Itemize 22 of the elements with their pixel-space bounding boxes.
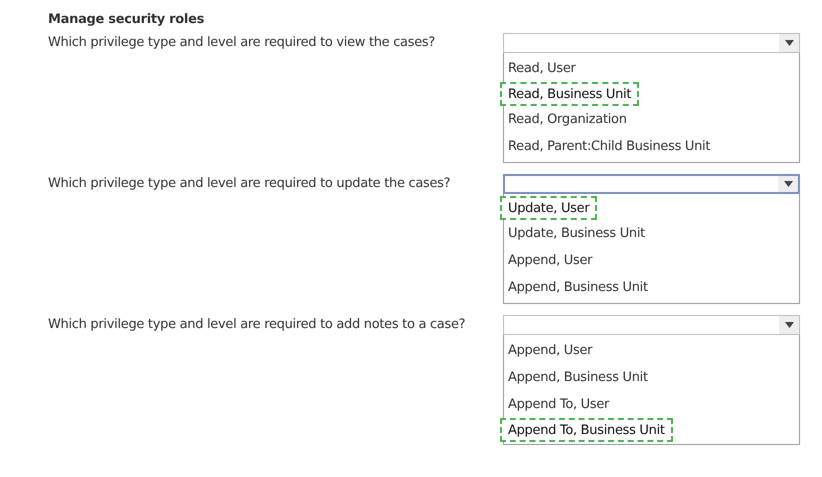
dropdown-option[interactable]: Read, Organization <box>504 106 799 133</box>
dropdown-field[interactable] <box>503 33 800 53</box>
question-text: Which privilege type and level are required to add notes to a case? <box>48 316 466 334</box>
dropdown-caret-icon <box>784 322 794 328</box>
dropdown-field[interactable] <box>503 174 800 194</box>
dropdown-option[interactable]: Append, Business Unit <box>504 274 799 301</box>
dropdown-option[interactable]: Update, User <box>500 196 598 220</box>
dropdown-option[interactable]: Append To, User <box>504 391 799 418</box>
dropdown-option[interactable]: Append, Business Unit <box>504 364 799 391</box>
section-heading: Manage security roles <box>48 12 206 27</box>
dropdown-option[interactable]: Read, Business Unit <box>500 82 640 106</box>
dropdown-option[interactable]: Read, Parent:Child Business Unit <box>504 133 799 160</box>
dropdown-field[interactable] <box>503 315 800 335</box>
dropdown-caret-icon <box>784 181 792 187</box>
question-text: Which privilege type and level are required to view the cases? <box>48 34 435 52</box>
dropdown-option[interactable]: Read, User <box>504 55 799 82</box>
dropdown-option[interactable]: Append, User <box>504 337 799 364</box>
dropdown-option[interactable]: Append To, Business Unit <box>500 418 673 442</box>
dropdown-option[interactable]: Append, User <box>504 247 799 274</box>
dropdown-option[interactable]: Update, Business Unit <box>504 220 799 247</box>
question-text: Which privilege type and level are required to update the cases? <box>48 175 450 193</box>
dropdown-caret-icon <box>784 40 794 46</box>
